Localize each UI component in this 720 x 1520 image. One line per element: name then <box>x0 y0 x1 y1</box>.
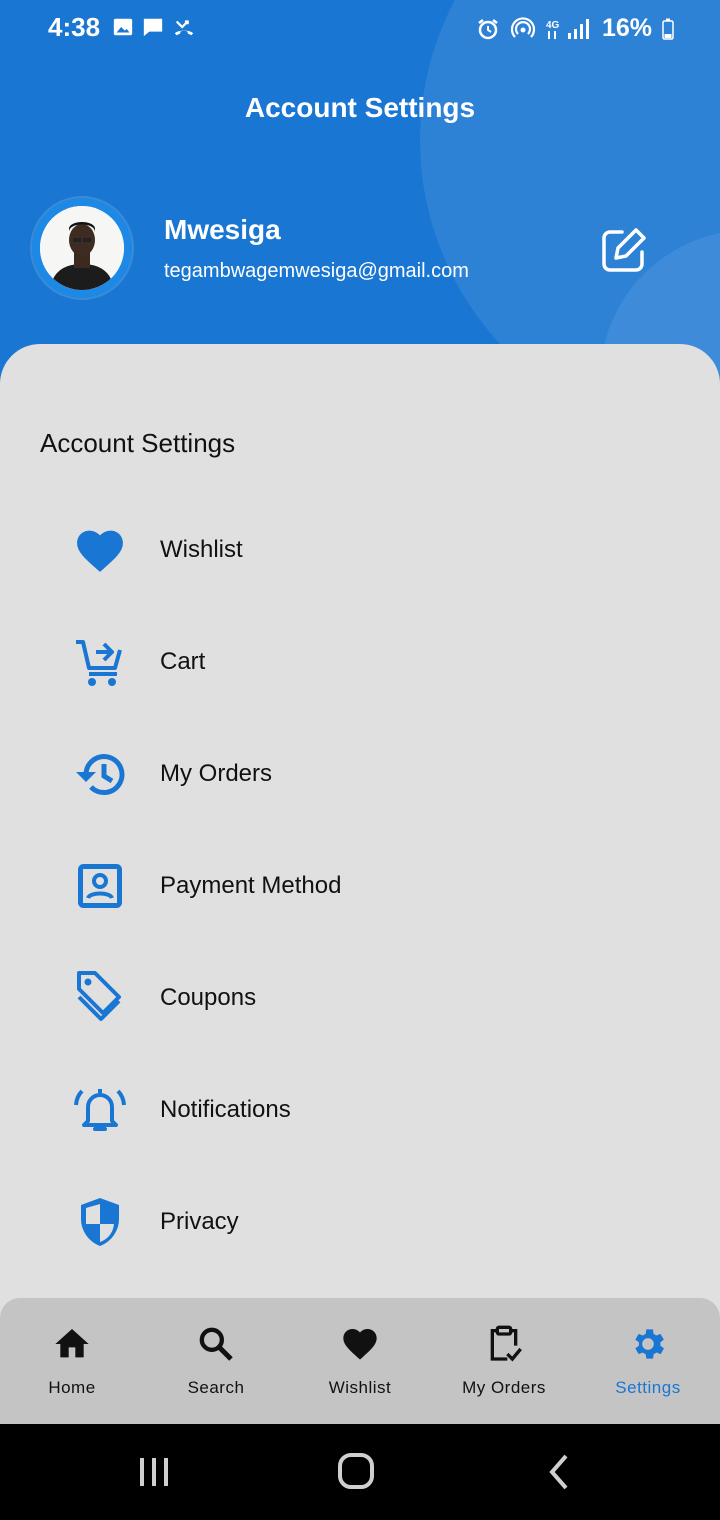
bottom-navigation: Home Search Wishlist My Orders Settings <box>0 1298 720 1424</box>
heart-icon <box>77 530 123 572</box>
image-notification-icon <box>113 18 133 36</box>
menu-item-my-orders[interactable]: My Orders <box>60 734 660 814</box>
hotspot-icon <box>510 16 536 38</box>
nav-item-home[interactable]: Home <box>0 1298 144 1424</box>
menu-item-wishlist[interactable]: Wishlist <box>60 510 660 590</box>
status-time: 4:38 <box>48 12 101 42</box>
page-title: Account Settings <box>244 92 476 123</box>
search-icon <box>199 1327 233 1361</box>
nav-label: Settings <box>615 1378 681 1397</box>
back-icon[interactable] <box>536 1452 584 1492</box>
person-photo-icon <box>40 206 124 290</box>
menu-item-label: Coupons <box>160 984 257 1011</box>
avatar[interactable] <box>32 198 132 298</box>
alarm-icon <box>478 18 498 39</box>
system-navigation-bar <box>0 1424 720 1520</box>
menu-item-label: My Orders <box>160 760 273 787</box>
avatar-photo <box>40 206 124 290</box>
cart-icon <box>76 640 122 686</box>
svg-text:4G: 4G <box>546 20 560 31</box>
battery-icon <box>662 18 674 40</box>
message-notification-icon <box>143 18 163 37</box>
section-title: Account Settings <box>40 428 236 458</box>
nav-label: Search <box>187 1378 245 1397</box>
menu-item-privacy[interactable]: Privacy <box>60 1182 660 1262</box>
home-button-icon[interactable] <box>332 1452 380 1492</box>
heart-icon <box>343 1329 377 1360</box>
menu-item-label: Wishlist <box>160 536 243 563</box>
recent-apps-icon[interactable] <box>132 1452 180 1492</box>
battery-percentage: 16% <box>602 14 653 42</box>
missed-call-icon <box>174 20 194 36</box>
nav-item-wishlist[interactable]: Wishlist <box>288 1298 432 1424</box>
clipboard-check-icon <box>490 1325 522 1362</box>
tag-icon <box>77 971 121 1021</box>
signal-icon: 4G <box>546 18 589 39</box>
edit-icon <box>602 228 646 272</box>
menu-item-payment-method[interactable]: Payment Method <box>60 846 660 926</box>
nav-item-settings[interactable]: Settings <box>576 1298 720 1424</box>
status-bar: 4:38 4G 16% <box>0 0 720 56</box>
menu-item-cart[interactable]: Cart <box>60 622 660 702</box>
history-icon <box>76 754 125 796</box>
account-box-icon <box>78 864 122 908</box>
menu-item-label: Payment Method <box>160 872 342 899</box>
menu-item-label: Notifications <box>160 1096 291 1123</box>
shield-icon <box>81 1198 119 1246</box>
menu-item-label: Privacy <box>160 1208 239 1235</box>
user-name: Mwesiga <box>164 214 281 245</box>
gear-icon <box>635 1329 664 1359</box>
nav-label: Home <box>48 1378 96 1397</box>
nav-item-my-orders[interactable]: My Orders <box>432 1298 576 1424</box>
menu-item-notifications[interactable]: Notifications <box>60 1070 660 1150</box>
nav-label: Wishlist <box>328 1378 392 1397</box>
home-icon <box>55 1329 89 1358</box>
menu-item-label: Cart <box>160 648 206 675</box>
nav-item-search[interactable]: Search <box>144 1298 288 1424</box>
bell-icon <box>74 1089 126 1131</box>
user-email: tegambwagemwesiga@gmail.com <box>164 260 469 282</box>
edit-profile-button[interactable] <box>598 224 650 276</box>
nav-label: My Orders <box>462 1378 546 1397</box>
menu-item-coupons[interactable]: Coupons <box>60 958 660 1038</box>
profile-header: 4:38 4G 16% Account Settings Mwesiga teg… <box>0 0 720 400</box>
